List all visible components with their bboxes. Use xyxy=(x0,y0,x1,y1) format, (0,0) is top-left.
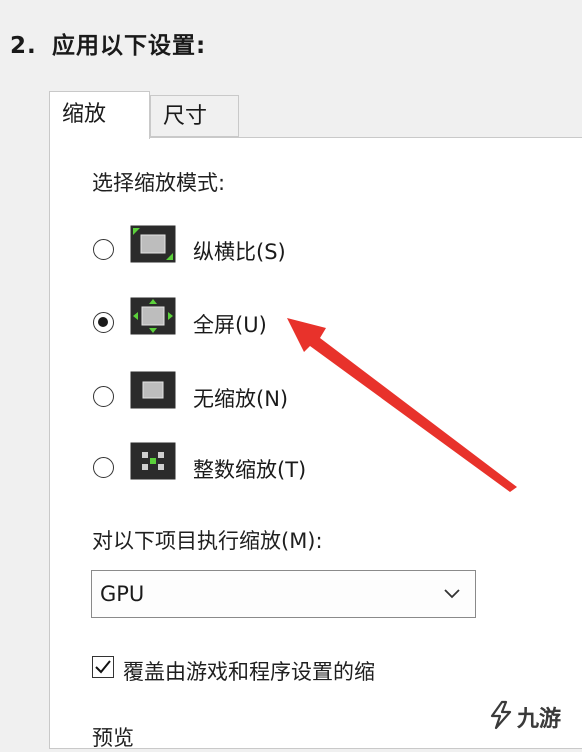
radio-no-scaling[interactable] xyxy=(93,386,114,407)
watermark: 九游 xyxy=(488,700,561,734)
no-scaling-icon xyxy=(130,371,176,413)
checkmark-icon xyxy=(95,660,111,674)
watermark-text: 九游 xyxy=(517,707,562,732)
option-integer-scaling-label[interactable]: 整数缩放(T) xyxy=(193,454,306,484)
full-screen-icon xyxy=(130,297,176,339)
perform-scaling-select[interactable]: GPU xyxy=(91,570,476,618)
perform-scaling-label: 对以下项目执行缩放(M): xyxy=(92,529,323,553)
scaling-mode-label: 选择缩放模式: xyxy=(92,171,226,195)
radio-integer-scaling[interactable] xyxy=(93,457,114,478)
perform-scaling-value: GPU xyxy=(100,582,145,606)
watermark-logo-icon xyxy=(488,700,514,734)
radio-full-screen[interactable] xyxy=(93,312,114,333)
panel-content: 选择缩放模式: 纵横比(S) 全屏(U) 无缩放(N) 整数缩放(T) 对以下项… xyxy=(0,0,582,750)
option-full-screen-label[interactable]: 全屏(U) xyxy=(193,309,267,339)
integer-scaling-icon xyxy=(130,442,176,484)
option-aspect-ratio-label[interactable]: 纵横比(S) xyxy=(193,236,286,266)
aspect-ratio-icon xyxy=(130,225,176,267)
option-no-scaling-label[interactable]: 无缩放(N) xyxy=(193,383,288,413)
chevron-down-icon xyxy=(443,585,461,604)
override-checkbox[interactable] xyxy=(92,656,114,678)
radio-aspect-ratio[interactable] xyxy=(93,239,114,260)
preview-label: 预览 xyxy=(92,726,134,750)
override-label[interactable]: 覆盖由游戏和程序设置的缩 xyxy=(123,656,375,686)
